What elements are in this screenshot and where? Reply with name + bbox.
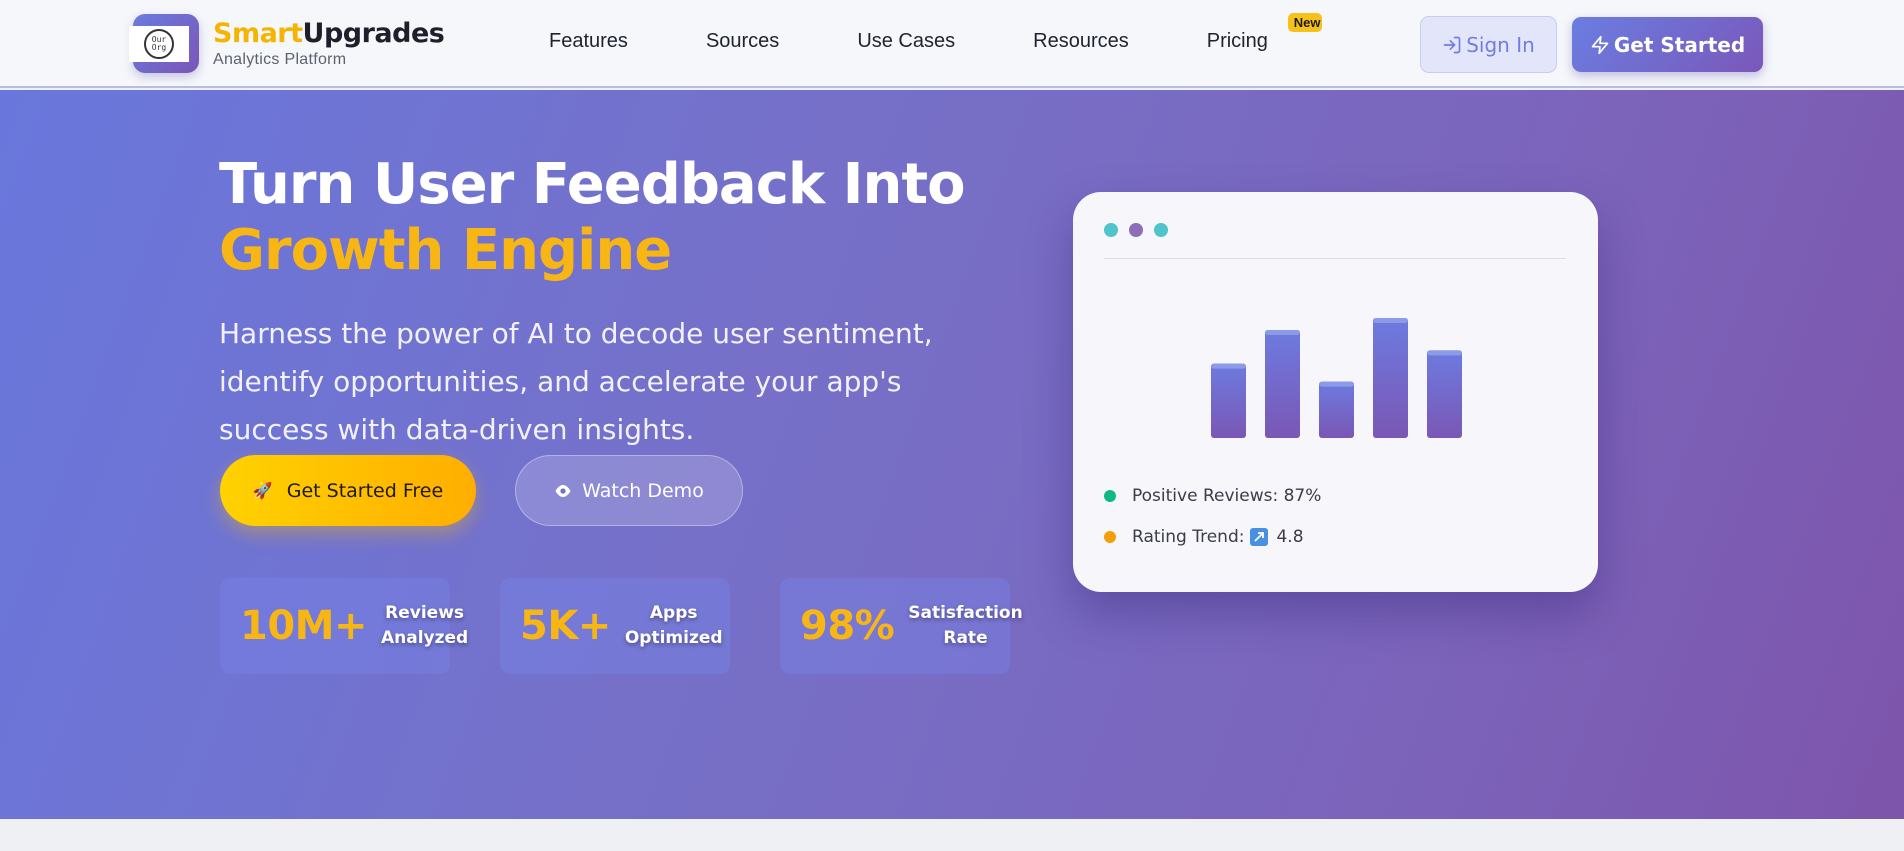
stat-value: 98% — [800, 603, 895, 649]
nav-pricing[interactable]: Pricing New — [1206, 13, 1322, 53]
new-badge: New — [1287, 13, 1322, 32]
rating-trend-value: 4.8 — [1276, 527, 1304, 547]
rating-trend-label: Rating Trend: — [1132, 527, 1245, 547]
chart-bar-cap — [1265, 330, 1300, 335]
chart-bar-cap — [1319, 381, 1354, 387]
stat-value: 10M+ — [240, 603, 367, 649]
chart-bar-cap — [1373, 318, 1408, 323]
logo-image: Our Org — [129, 26, 189, 62]
dashboard-preview-card: Positive Reviews: 87% Rating Trend: 4.8 — [1073, 192, 1598, 592]
nav-features[interactable]: Features — [549, 30, 628, 53]
window-dot — [1154, 223, 1168, 237]
stat-label: Apps Optimized — [624, 603, 723, 648]
get-started-free-label: Get Started Free — [286, 479, 444, 502]
get-started-label: Get Started — [1613, 32, 1746, 57]
nav-pricing-label: Pricing — [1206, 30, 1268, 52]
window-dot — [1104, 223, 1118, 237]
logo-mark: Our Org — [129, 14, 199, 73]
chart-bar — [1319, 381, 1354, 438]
positive-reviews-text: Positive Reviews: 87% — [1132, 486, 1322, 506]
chart-bar — [1373, 318, 1408, 438]
chart-bar — [1265, 330, 1300, 438]
get-started-free-button[interactable]: 🚀 Get Started Free — [220, 455, 476, 526]
window-dot — [1129, 223, 1143, 237]
watch-demo-button[interactable]: Watch Demo — [515, 455, 743, 526]
stat-label: Satisfaction Rate — [908, 603, 1023, 648]
brand-logo-link[interactable]: Our Org SmartUpgrades Analytics Platform — [129, 14, 445, 73]
headline-line-1: Turn User Feedback Into — [219, 152, 966, 217]
brand-tagline: Analytics Platform — [213, 50, 347, 68]
nav-sources[interactable]: Sources — [706, 30, 779, 53]
logo-text: Our Org — [151, 35, 167, 52]
chart-bar — [1211, 363, 1246, 438]
sign-in-label: Sign In — [1466, 32, 1535, 57]
stat-apps-optimized: 5K+ Apps Optimized — [500, 578, 730, 674]
eye-icon — [554, 484, 572, 498]
site-header: Our Org SmartUpgrades Analytics Platform… — [0, 0, 1904, 88]
hero-headline: Turn User Feedback Into Growth Engine — [219, 152, 966, 284]
brand-text: SmartUpgrades Analytics Platform — [213, 17, 445, 69]
card-divider — [1104, 258, 1566, 259]
brand-name-smart: Smart — [213, 17, 303, 49]
logo-emblem-icon: Our Org — [144, 29, 174, 59]
chart-bar-cap — [1211, 363, 1246, 369]
rocket-icon: 🚀 — [252, 481, 273, 500]
stat-satisfaction-rate: 98% Satisfaction Rate — [780, 578, 1023, 674]
preview-bar-chart — [1211, 318, 1462, 438]
chart-bar — [1427, 350, 1462, 438]
headline-highlight: Growth Engine — [219, 218, 672, 283]
next-section-edge — [0, 819, 1904, 851]
stat-reviews-analyzed: 10M+ Reviews Analyzed — [220, 578, 468, 674]
watch-demo-label: Watch Demo — [582, 479, 704, 502]
hero-subheadline: Harness the power of AI to decode user s… — [219, 317, 933, 446]
trend-up-icon — [1250, 528, 1269, 546]
trend-dot-icon — [1104, 531, 1116, 543]
nav-use-cases[interactable]: Use Cases — [857, 30, 955, 53]
nav-resources[interactable]: Resources — [1033, 30, 1129, 53]
get-started-button[interactable]: Get Started — [1572, 17, 1763, 72]
positive-dot-icon — [1104, 490, 1116, 502]
stat-value: 5K+ — [520, 603, 611, 649]
lightning-icon — [1590, 35, 1610, 55]
brand-name-upgrades: Upgrades — [302, 17, 445, 49]
chart-bar-cap — [1427, 350, 1462, 356]
hero-section: Turn User Feedback Into Growth Engine Ha… — [0, 90, 1904, 819]
window-dots — [1104, 223, 1179, 237]
sign-in-icon — [1442, 35, 1462, 55]
positive-reviews-row: Positive Reviews: 87% — [1104, 486, 1321, 506]
sign-in-button[interactable]: Sign In — [1420, 16, 1557, 73]
rating-trend-row: Rating Trend: 4.8 — [1104, 527, 1304, 547]
stat-label: Reviews Analyzed — [380, 603, 469, 648]
brand-name: SmartUpgrades — [213, 17, 445, 49]
main-nav: Features Sources Use Cases Resources Pri… — [549, 13, 1346, 53]
